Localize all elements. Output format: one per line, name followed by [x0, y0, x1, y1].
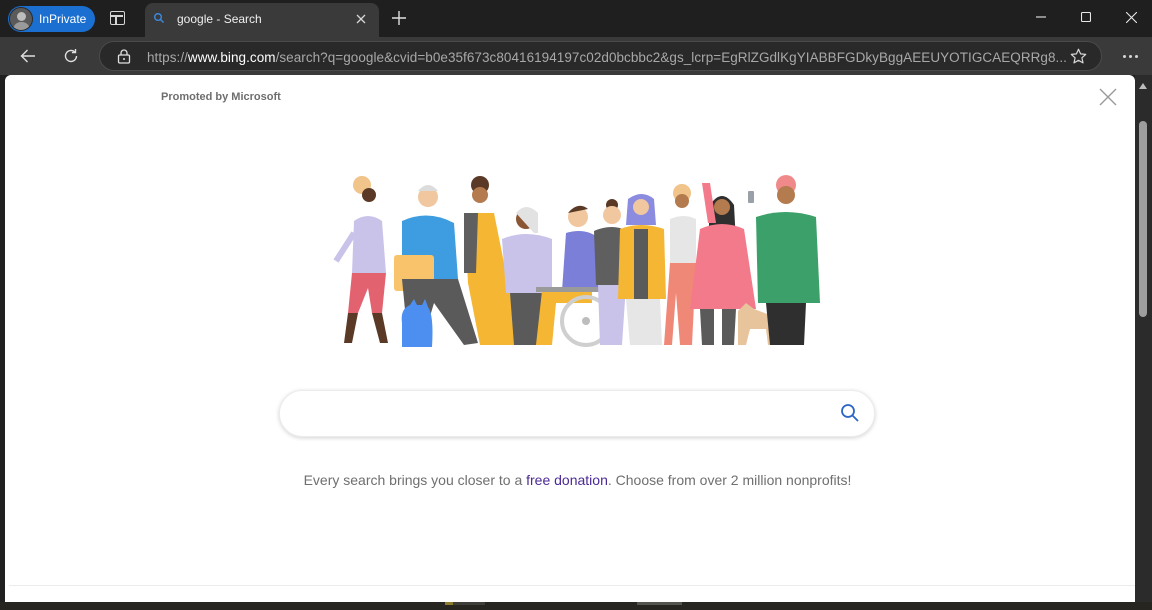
- maximize-button[interactable]: [1063, 0, 1109, 34]
- tab-close-icon[interactable]: [351, 9, 371, 29]
- title-bar: InPrivate google - Search: [0, 0, 1152, 37]
- inprivate-label: InPrivate: [39, 12, 87, 26]
- tab-title: google - Search: [177, 12, 262, 26]
- refresh-icon: [64, 49, 78, 63]
- arrow-left-icon: [20, 49, 35, 63]
- star-icon: [1070, 48, 1087, 64]
- minimize-icon: [1036, 16, 1046, 18]
- person-1: [333, 176, 388, 343]
- diverse-people-illustration: [333, 175, 820, 347]
- close-icon: [1125, 11, 1137, 23]
- address-bar[interactable]: https://www.bing.com/search?q=google&cvi…: [99, 41, 1102, 71]
- search-button[interactable]: [840, 403, 860, 428]
- scrollbar-thumb[interactable]: [1139, 121, 1147, 317]
- dismiss-button[interactable]: [1098, 87, 1118, 107]
- lock-icon[interactable]: [117, 49, 131, 69]
- search-box[interactable]: [279, 390, 875, 437]
- tab-google-search[interactable]: google - Search: [145, 3, 379, 37]
- page-content: Promoted by Microsoft Every search bring…: [5, 75, 1135, 602]
- new-tab-button[interactable]: [389, 8, 409, 28]
- url-text: https://www.bing.com/search?q=google&cvi…: [147, 50, 1067, 65]
- taskbar-item[interactable]: [453, 602, 485, 605]
- minimize-button[interactable]: [1018, 0, 1064, 34]
- free-donation-link[interactable]: free donation: [526, 472, 608, 488]
- tab-actions-icon[interactable]: [110, 11, 125, 25]
- browser-toolbar: https://www.bing.com/search?q=google&cvi…: [0, 37, 1152, 75]
- divider: [9, 585, 1135, 586]
- profile-avatar-icon: [9, 7, 33, 31]
- search-input[interactable]: [302, 401, 822, 427]
- plus-icon: [392, 11, 406, 25]
- settings-more-button[interactable]: [1117, 44, 1143, 68]
- search-icon: [153, 12, 165, 24]
- maximize-icon: [1081, 12, 1091, 22]
- taskbar-item[interactable]: [445, 602, 453, 605]
- person-7: [618, 194, 666, 345]
- vertical-scrollbar[interactable]: [1135, 75, 1152, 602]
- scroll-up-arrow-icon[interactable]: [1139, 83, 1147, 89]
- taskbar-item[interactable]: [637, 602, 682, 605]
- close-window-button[interactable]: [1108, 0, 1152, 34]
- url-domain: www.bing.com: [187, 50, 276, 65]
- donation-tagline: Every search brings you closer to a free…: [303, 472, 852, 488]
- person-8: [664, 184, 696, 345]
- inprivate-badge[interactable]: InPrivate: [8, 6, 95, 32]
- back-button[interactable]: [14, 43, 42, 69]
- promoted-label: Promoted by Microsoft: [161, 91, 281, 103]
- refresh-button[interactable]: [57, 43, 85, 69]
- favorite-button[interactable]: [1070, 48, 1087, 70]
- taskbar: [0, 602, 1152, 610]
- ellipsis-icon: [1122, 54, 1126, 58]
- search-icon: [841, 404, 859, 422]
- close-icon: [1099, 88, 1117, 106]
